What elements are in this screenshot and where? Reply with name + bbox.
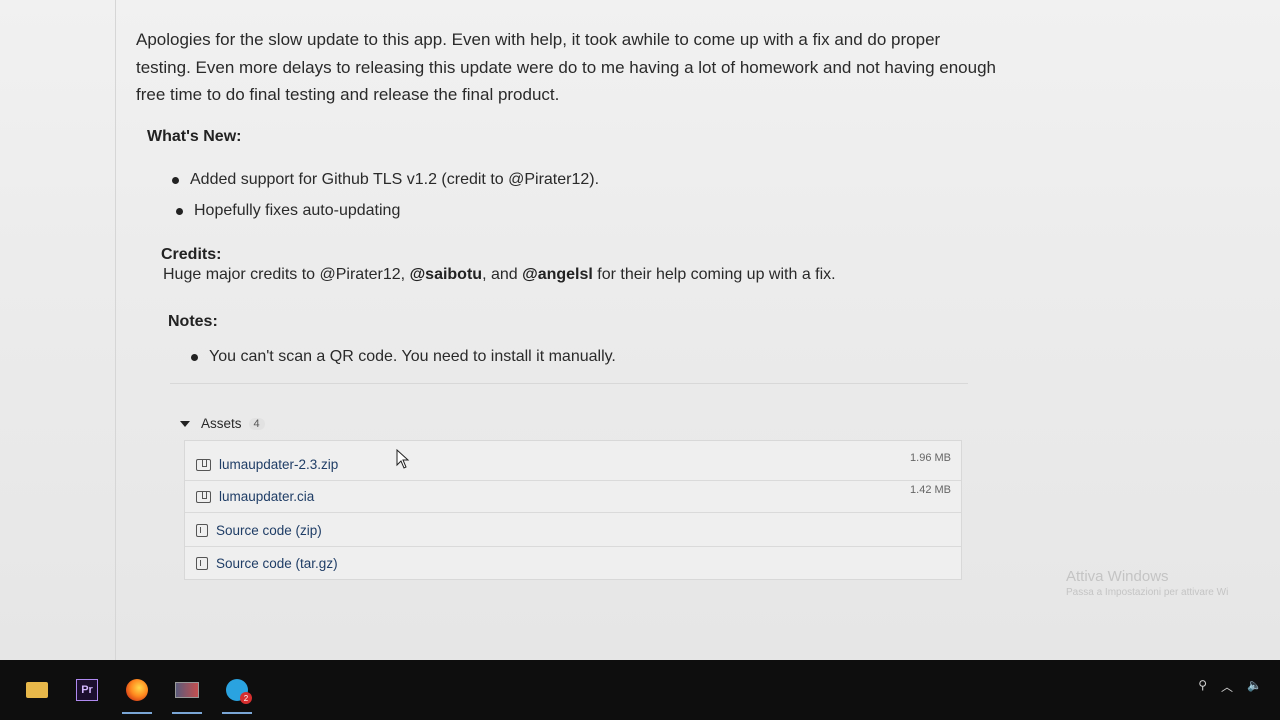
user-link-angelsl[interactable]: @angelsl: [522, 266, 593, 283]
notes-heading: Notes:: [168, 313, 218, 330]
watermark-subtitle: Passa a Impostazioni per attivare Wi: [1066, 587, 1229, 598]
taskbar-app[interactable]: [166, 670, 208, 714]
assets-toggle[interactable]: Assets 4: [180, 416, 265, 431]
asset-size: 1.96 MB: [910, 452, 951, 464]
list-item-text: Added support for Github TLS v1.2 (credi…: [190, 171, 600, 188]
system-tray: ⚲ ︿ 🔈: [1198, 678, 1262, 695]
file-explorer-icon: [26, 682, 48, 698]
taskbar-telegram[interactable]: 2: [216, 670, 258, 714]
asset-row[interactable]: Source code (tar.gz): [185, 547, 961, 579]
asset-row[interactable]: lumaupdater.cia 1.42 MB: [185, 481, 961, 513]
bullet-dot: [191, 353, 198, 361]
credits-heading: Credits:: [161, 246, 222, 263]
bullet-dot: [176, 207, 183, 215]
watermark-title: Attiva Windows: [1066, 568, 1169, 585]
credits-prefix: Huge major credits to @Pirater12,: [163, 266, 410, 283]
package-icon: [196, 458, 211, 471]
asset-row[interactable]: lumaupdater-2.3.zip 1.96 MB: [185, 449, 961, 481]
browser-viewport: Apologies for the slow update to this ap…: [0, 0, 1280, 660]
asset-row[interactable]: Source code (zip): [185, 515, 961, 547]
package-icon: [196, 490, 211, 503]
people-icon[interactable]: ⚲: [1198, 678, 1207, 695]
asset-link[interactable]: lumaupdater-2.3.zip: [219, 457, 338, 472]
volume-icon[interactable]: 🔈: [1247, 678, 1262, 695]
app-icon: [175, 682, 199, 698]
credits-text: Huge major credits to @Pirater12, @saibo…: [163, 266, 836, 284]
assets-count-badge: 4: [248, 417, 265, 430]
user-link-saibotu[interactable]: @saibotu: [410, 266, 483, 283]
file-zip-icon: [196, 556, 208, 570]
caret-down-icon: [180, 420, 190, 427]
asset-size: 1.42 MB: [910, 484, 951, 496]
release-intro: Apologies for the slow update to this ap…: [136, 30, 996, 104]
list-item: Hopefully fixes auto-updating: [176, 202, 400, 220]
taskbar-file-explorer[interactable]: [16, 670, 58, 710]
asset-link[interactable]: lumaupdater.cia: [219, 489, 314, 504]
assets-label: Assets: [201, 416, 242, 431]
premiere-icon: Pr: [76, 679, 98, 701]
mouse-cursor-icon: [396, 449, 410, 469]
list-item: You can't scan a QR code. You need to in…: [191, 348, 616, 366]
taskbar-premiere[interactable]: Pr: [66, 670, 108, 710]
list-item-text: Hopefully fixes auto-updating: [194, 202, 401, 219]
taskbar: Pr 2 ⚲ ︿ 🔈: [0, 660, 1280, 720]
telegram-icon: 2: [226, 679, 252, 704]
assets-list: lumaupdater-2.3.zip 1.96 MB lumaupdater.…: [184, 440, 962, 580]
asset-link[interactable]: Source code (zip): [216, 523, 322, 538]
asset-link[interactable]: Source code (tar.gz): [216, 556, 338, 571]
list-item: Added support for Github TLS v1.2 (credi…: [172, 171, 599, 189]
windows-activation-watermark: Attiva Windows Passa a Impostazioni per …: [1066, 568, 1228, 598]
chevron-up-icon[interactable]: ︿: [1221, 678, 1233, 695]
whats-new-heading: What's New:: [147, 128, 242, 145]
taskbar-firefox[interactable]: [116, 670, 158, 714]
file-zip-icon: [196, 524, 208, 537]
credits-mid: , and: [482, 266, 523, 283]
divider: [170, 383, 968, 384]
firefox-icon: [126, 679, 148, 701]
credits-suffix: for their help coming up with a fix.: [592, 266, 836, 283]
bullet-dot: [172, 176, 179, 184]
notification-badge: 2: [240, 692, 252, 704]
list-item-text: You can't scan a QR code. You need to in…: [209, 348, 616, 365]
